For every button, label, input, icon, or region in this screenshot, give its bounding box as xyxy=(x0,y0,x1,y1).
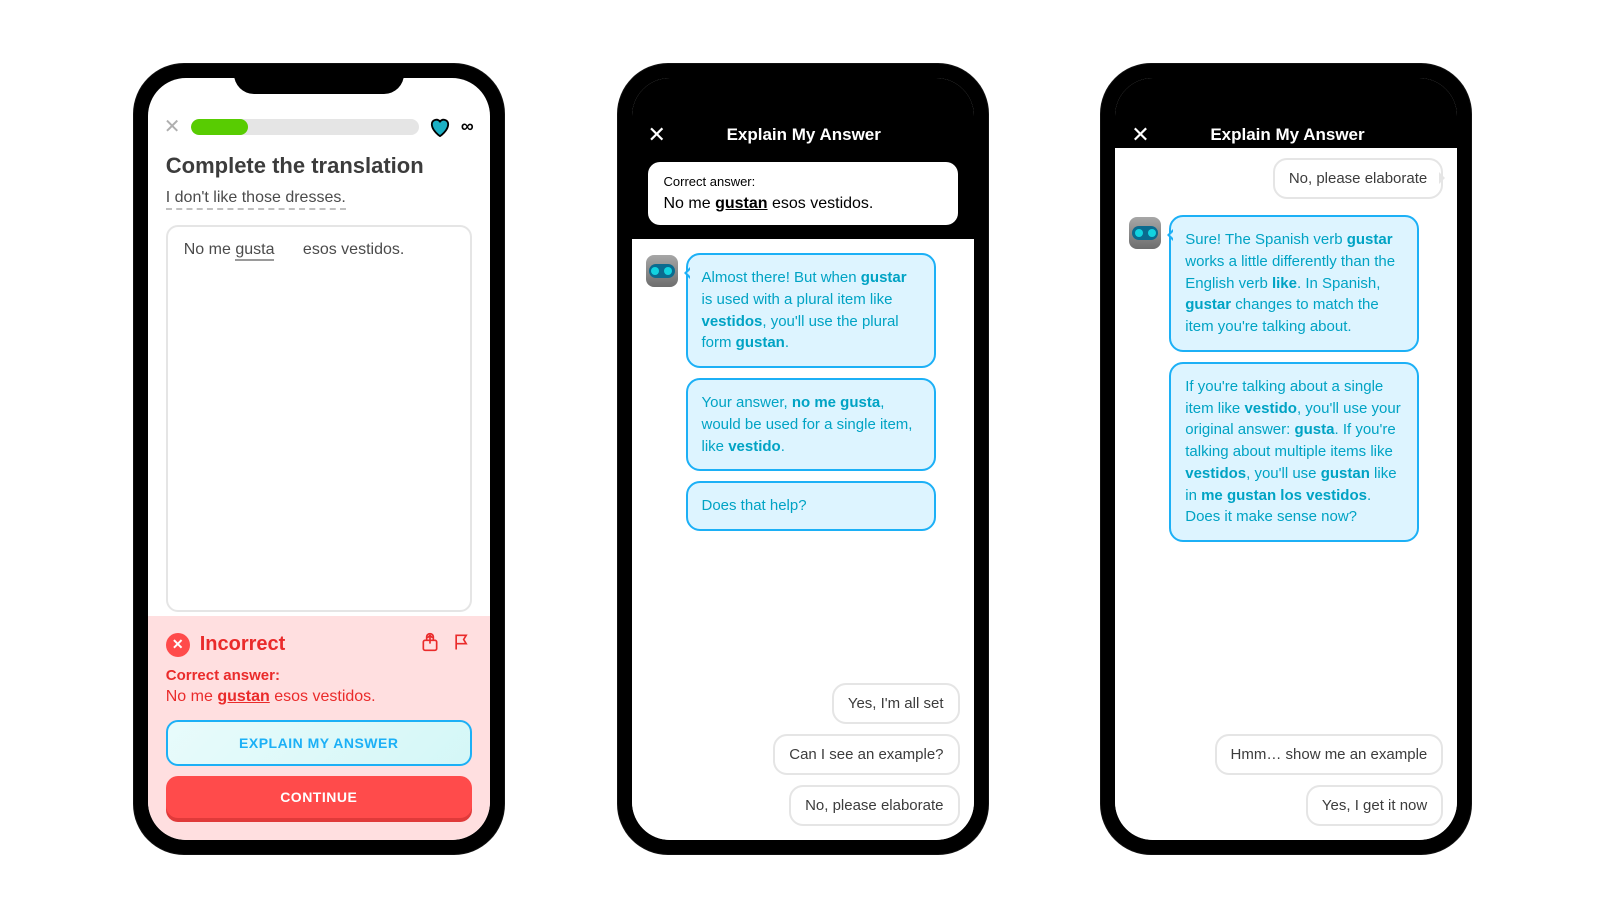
option-got-it[interactable]: Yes, I get it now xyxy=(1306,785,1443,826)
answer-input-area[interactable]: No me gusta esos vestidos. xyxy=(166,225,472,612)
user-options: Yes, I'm all set Can I see an example? N… xyxy=(646,683,960,826)
close-icon[interactable]: ✕ xyxy=(164,117,181,137)
answer-user-word: gusta xyxy=(235,241,274,261)
share-icon[interactable] xyxy=(420,632,440,657)
correct-label: Correct answer: xyxy=(664,174,942,189)
phone-notch xyxy=(234,64,404,94)
bot-avatar-icon xyxy=(1129,217,1161,249)
chat-header: ✕ Explain My Answer Correct answer: No m… xyxy=(632,78,974,239)
incorrect-label: Incorrect xyxy=(200,633,410,656)
hearts-infinity: ∞ xyxy=(461,116,474,137)
bot-bubble-2: If you're talking about a single item li… xyxy=(1169,362,1419,542)
bot-bubble-1: Sure! The Spanish verb gustar works a li… xyxy=(1169,215,1419,352)
answer-post: esos vestidos. xyxy=(303,241,404,258)
correct-answer-text: No me gustan esos vestidos. xyxy=(166,688,472,706)
bot-bubble-2: Your answer, no me gusta, would be used … xyxy=(686,378,936,471)
prompt-sentence: I don't like those dresses. xyxy=(148,185,490,221)
bot-avatar-icon xyxy=(646,255,678,287)
progress-bar xyxy=(191,119,419,135)
error-icon: ✕ xyxy=(166,633,190,657)
explain-my-answer-button[interactable]: EXPLAIN MY ANSWER xyxy=(166,720,472,766)
bot-bubble-3: Does that help? xyxy=(686,481,936,531)
explain-screen: ✕ Explain My Answer Correct answer: No m… xyxy=(632,78,974,840)
phone-2-explain-chat: ✕ Explain My Answer Correct answer: No m… xyxy=(618,64,988,854)
close-icon[interactable]: ✕ xyxy=(648,122,666,148)
heart-icon xyxy=(429,117,451,137)
option-yes-all-set[interactable]: Yes, I'm all set xyxy=(832,683,960,724)
answer-pre: No me xyxy=(184,241,236,258)
correct-answer-label: Correct answer: xyxy=(166,667,472,684)
phone-notch xyxy=(718,64,888,94)
phone-3-explain-chat-followup: ✕ Explain My Answer No, please elaborate… xyxy=(1101,64,1471,854)
close-icon[interactable]: ✕ xyxy=(1131,122,1149,148)
chat-body: No, please elaborate Sure! The Spanish v… xyxy=(1115,148,1457,840)
prompt-title: Complete the translation xyxy=(148,143,490,185)
chat-title: Explain My Answer xyxy=(680,125,928,145)
bot-message-row: Sure! The Spanish verb gustar works a li… xyxy=(1129,215,1443,352)
feedback-panel: ✕ Incorrect Correct answer: No me gustan… xyxy=(148,616,490,840)
chat-title: Explain My Answer xyxy=(1164,125,1412,145)
feedback-header: ✕ Incorrect xyxy=(166,632,472,657)
user-bubble-elaborate: No, please elaborate xyxy=(1273,158,1443,199)
explain-screen-2: ✕ Explain My Answer No, please elaborate… xyxy=(1115,78,1457,840)
bot-bubble-1: Almost there! But when gustar is used wi… xyxy=(686,253,936,368)
chat-body: Almost there! But when gustar is used wi… xyxy=(632,239,974,840)
progress-fill xyxy=(191,119,248,135)
feedback-actions xyxy=(420,632,472,657)
user-options: Hmm… show me an example Yes, I get it no… xyxy=(1129,734,1443,826)
continue-button[interactable]: CONTINUE xyxy=(166,776,472,818)
user-message-row: No, please elaborate xyxy=(1129,158,1443,199)
phone-notch xyxy=(1201,64,1371,94)
flag-icon[interactable] xyxy=(452,632,472,657)
option-show-example[interactable]: Hmm… show me an example xyxy=(1215,734,1444,775)
option-elaborate[interactable]: No, please elaborate xyxy=(789,785,959,826)
bot-message-row: Almost there! But when gustar is used wi… xyxy=(646,253,960,368)
lesson-screen: ✕ ∞ Complete the translation I don't lik… xyxy=(148,78,490,840)
correct-text: No me gustan esos vestidos. xyxy=(664,195,942,213)
sentence-text: I don't like those dresses. xyxy=(166,189,346,210)
option-see-example[interactable]: Can I see an example? xyxy=(773,734,959,775)
phone-1-lesson: ✕ ∞ Complete the translation I don't lik… xyxy=(134,64,504,854)
correct-answer-card: Correct answer: No me gustan esos vestid… xyxy=(648,162,958,225)
